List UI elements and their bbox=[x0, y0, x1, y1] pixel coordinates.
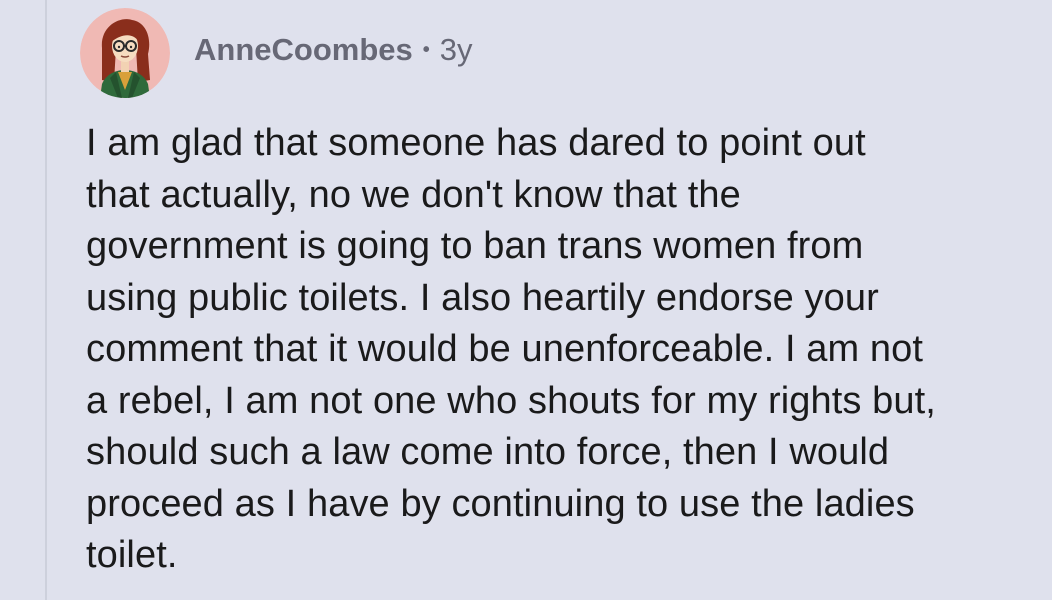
comment-header: AnneCoombes • 3y bbox=[80, 8, 473, 98]
comment-meta: AnneCoombes • 3y bbox=[194, 32, 473, 68]
comment-body-line: comment that it would be unenforceable. … bbox=[86, 328, 924, 370]
comment-body: I am glad that someone has dared to poin… bbox=[86, 118, 1052, 582]
comment-body-line: government is going to ban trans women f… bbox=[86, 225, 864, 267]
comment-body-line: a rebel, I am not one who shouts for my … bbox=[86, 379, 936, 422]
comment-body-line: proceed as I have by continuing to use t… bbox=[86, 482, 915, 525]
user-avatar[interactable] bbox=[80, 8, 170, 98]
thread-line[interactable] bbox=[45, 0, 47, 600]
comment-body-line: toilet. bbox=[86, 534, 178, 576]
comment-thread: AnneCoombes • 3y I am glad that someone … bbox=[0, 0, 1052, 600]
comment-body-line: should such a law come into force, then … bbox=[86, 431, 890, 473]
comment-body-line: I am glad that someone has dared to poin… bbox=[86, 122, 866, 164]
comment-age: 3y bbox=[439, 32, 473, 67]
username-link[interactable]: AnneCoombes bbox=[194, 32, 413, 68]
comment-body-line: that actually, no we don't know that the bbox=[86, 173, 741, 216]
comment-body-line: using public toilets. I also heartily en… bbox=[86, 276, 879, 319]
cartoon-woman-avatar-icon bbox=[80, 8, 170, 98]
meta-separator: • bbox=[422, 38, 430, 61]
